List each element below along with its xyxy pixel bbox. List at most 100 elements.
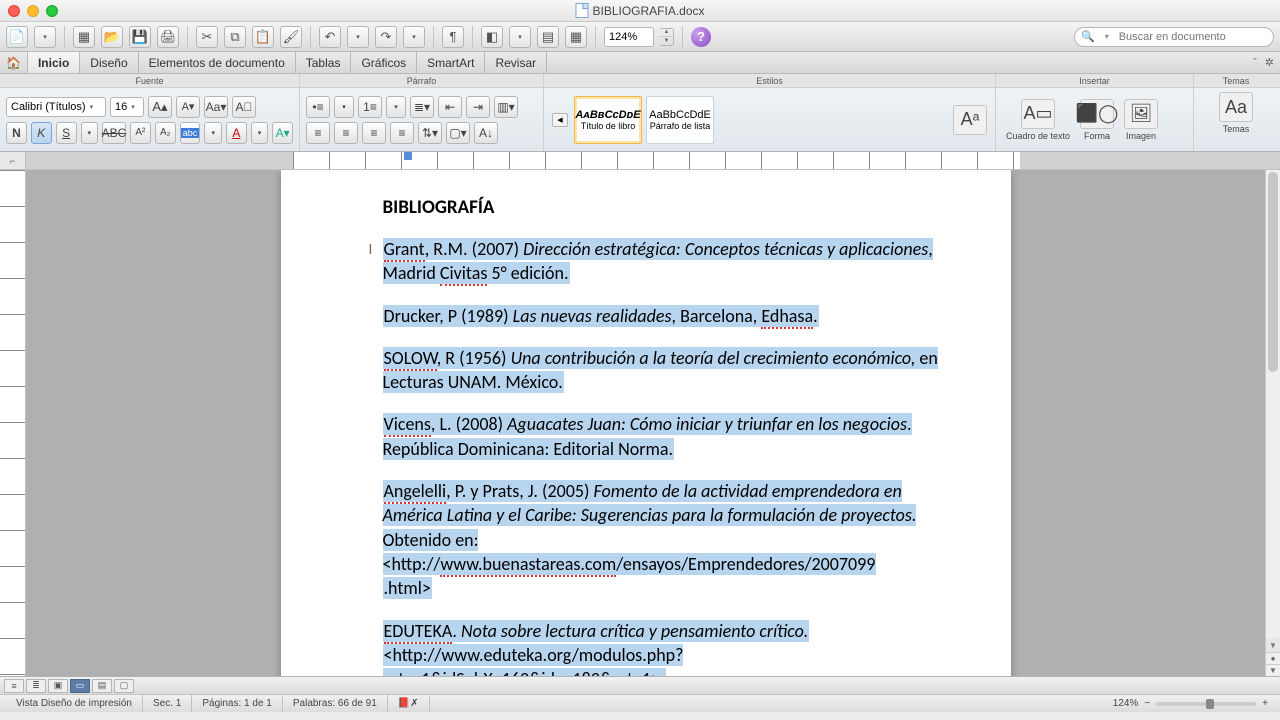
align-left-button[interactable]: ≡	[306, 122, 330, 144]
zoom-slider[interactable]	[1156, 702, 1256, 706]
decrease-indent-button[interactable]: ⇤	[438, 96, 462, 118]
align-center-button[interactable]: ≡	[334, 122, 358, 144]
underline-dropdown[interactable]: ▾	[81, 122, 98, 144]
copy-button[interactable]: ⧉	[224, 26, 246, 48]
ribbon-collapse-button[interactable]: ˇ	[1253, 57, 1257, 69]
grow-font-button[interactable]: A▴	[148, 96, 172, 118]
styles-scroll-left[interactable]: ◀	[552, 113, 570, 127]
status-pages[interactable]: Páginas: 1 de 1	[192, 695, 283, 712]
italic-button[interactable]: K	[31, 122, 52, 144]
columns-button[interactable]: ▥▾	[494, 96, 518, 118]
minimize-window-button[interactable]	[27, 5, 39, 17]
status-zoom-value[interactable]: 124%	[1113, 698, 1139, 709]
zoom-window-button[interactable]	[46, 5, 58, 17]
show-formatting-button[interactable]: ¶	[442, 26, 464, 48]
view-draft-button[interactable]: ≡	[4, 679, 24, 693]
bullets-button[interactable]: •≡	[306, 96, 330, 118]
indent-marker-icon[interactable]	[404, 152, 412, 160]
view-publishing-button[interactable]: ▣	[48, 679, 68, 693]
scrollbar-thumb[interactable]	[1268, 172, 1278, 372]
vertical-ruler[interactable]	[0, 170, 26, 676]
style-titulo-de-libro[interactable]: AᴀBʙCᴄDᴅE Título de libro	[574, 96, 642, 144]
tab-elementos-documento[interactable]: Elementos de documento	[139, 52, 296, 73]
status-words[interactable]: Palabras: 66 de 91	[283, 695, 388, 712]
template-gallery-button[interactable]: ▦	[73, 26, 95, 48]
font-name-select[interactable]: Calibri (Títulos)▾	[6, 97, 106, 117]
save-button[interactable]: 💾	[129, 26, 151, 48]
search-dropdown[interactable]: ▾	[1099, 32, 1115, 41]
subscript-button[interactable]: A₂	[155, 122, 176, 144]
close-window-button[interactable]	[8, 5, 20, 17]
shading-button[interactable]: ▢▾	[446, 122, 470, 144]
tab-revisar[interactable]: Revisar	[485, 52, 547, 73]
search-field[interactable]: 🔍 ▾	[1074, 27, 1274, 47]
align-justify-button[interactable]: ≡	[390, 122, 414, 144]
font-color-button[interactable]: A	[226, 122, 247, 144]
zoom-in-button[interactable]: +	[1262, 698, 1268, 709]
undo-button[interactable]: ↶	[319, 26, 341, 48]
document-page[interactable]: BIBLIOGRAFÍA I Grant, R.M. (2007) Direcc…	[281, 170, 1011, 676]
zoom-stepper[interactable]: ▲▼	[660, 28, 674, 46]
themes-button[interactable]: Aa Temas	[1219, 92, 1253, 134]
format-painter-button[interactable]: 🖌	[280, 26, 302, 48]
home-icon-tab[interactable]: 🏠	[0, 52, 28, 73]
redo-button[interactable]: ↷	[375, 26, 397, 48]
undo-dropdown[interactable]: ▾	[347, 26, 369, 48]
page-viewport[interactable]: BIBLIOGRAFÍA I Grant, R.M. (2007) Direcc…	[26, 170, 1265, 676]
cut-button[interactable]: ✂	[196, 26, 218, 48]
next-page-button[interactable]: ▼	[1266, 664, 1280, 676]
toolbox-button[interactable]: ▤	[537, 26, 559, 48]
tab-inicio[interactable]: Inicio	[28, 52, 80, 73]
change-case-button[interactable]: Aa▾	[204, 96, 228, 118]
font-size-select[interactable]: 16▾	[110, 97, 144, 117]
paste-button[interactable]: 📋	[252, 26, 274, 48]
style-parrafo-de-lista[interactable]: AaBbCcDdE Párrafo de lista	[646, 96, 714, 144]
status-spellcheck-icon[interactable]: 📕✗	[388, 695, 430, 712]
superscript-button[interactable]: A²	[130, 122, 151, 144]
bold-button[interactable]: N	[6, 122, 27, 144]
horizontal-ruler[interactable]	[26, 152, 1280, 169]
increase-indent-button[interactable]: ⇥	[466, 96, 490, 118]
multilevel-list-button[interactable]: ≣▾	[410, 96, 434, 118]
font-color-dropdown[interactable]: ▾	[251, 122, 268, 144]
zoom-out-button[interactable]: −	[1144, 698, 1150, 709]
print-button[interactable]: 🖨	[157, 26, 179, 48]
scroll-down-arrow[interactable]: ▼	[1266, 638, 1280, 652]
view-notebook-button[interactable]: ▤	[92, 679, 112, 693]
view-print-layout-button[interactable]: ▭	[70, 679, 90, 693]
insert-image-button[interactable]: 🖼 Imagen	[1124, 99, 1158, 141]
search-input[interactable]	[1119, 31, 1267, 43]
text-effects-button[interactable]: A▾	[272, 122, 293, 144]
vertical-scrollbar[interactable]: ▼ ● ▼	[1265, 170, 1280, 676]
help-button[interactable]: ?	[691, 27, 711, 47]
view-outline-button[interactable]: ≣	[26, 679, 46, 693]
ruler-corner[interactable]: ⌐	[0, 152, 26, 169]
line-spacing-button[interactable]: ⇅▾	[418, 122, 442, 144]
zoom-level-field[interactable]: 124%	[604, 27, 654, 47]
shrink-font-button[interactable]: A▾	[176, 96, 200, 118]
sidebar-dropdown[interactable]: ▾	[509, 26, 531, 48]
insert-shape-button[interactable]: ⬛◯ Forma	[1080, 99, 1114, 141]
tab-graficos[interactable]: Gráficos	[351, 52, 417, 73]
clear-formatting-button[interactable]: A⃠	[232, 96, 256, 118]
numbering-button[interactable]: 1≡	[358, 96, 382, 118]
highlight-dropdown[interactable]: ▾	[204, 122, 221, 144]
open-button[interactable]: 📂	[101, 26, 123, 48]
browse-object-button[interactable]: ●	[1266, 652, 1280, 664]
new-dropdown[interactable]: ▾	[34, 26, 56, 48]
strikethrough-button[interactable]: ABC	[102, 122, 126, 144]
sort-button[interactable]: A↓	[474, 122, 498, 144]
underline-button[interactable]: S	[56, 122, 77, 144]
tab-tablas[interactable]: Tablas	[296, 52, 352, 73]
tab-smartart[interactable]: SmartArt	[417, 52, 485, 73]
styles-pane-button[interactable]: Aᵃ	[953, 105, 987, 135]
insert-textbox-button[interactable]: A▭ Cuadro de texto	[1006, 99, 1070, 141]
numbering-dropdown[interactable]: ▾	[386, 96, 406, 118]
sidebar-button[interactable]: ◧	[481, 26, 503, 48]
bullets-dropdown[interactable]: ▾	[334, 96, 354, 118]
media-browser-button[interactable]: ▦	[565, 26, 587, 48]
status-section[interactable]: Sec. 1	[143, 695, 192, 712]
tab-diseno[interactable]: Diseño	[80, 52, 138, 73]
ribbon-settings-icon[interactable]: ✲	[1265, 56, 1274, 69]
redo-dropdown[interactable]: ▾	[403, 26, 425, 48]
